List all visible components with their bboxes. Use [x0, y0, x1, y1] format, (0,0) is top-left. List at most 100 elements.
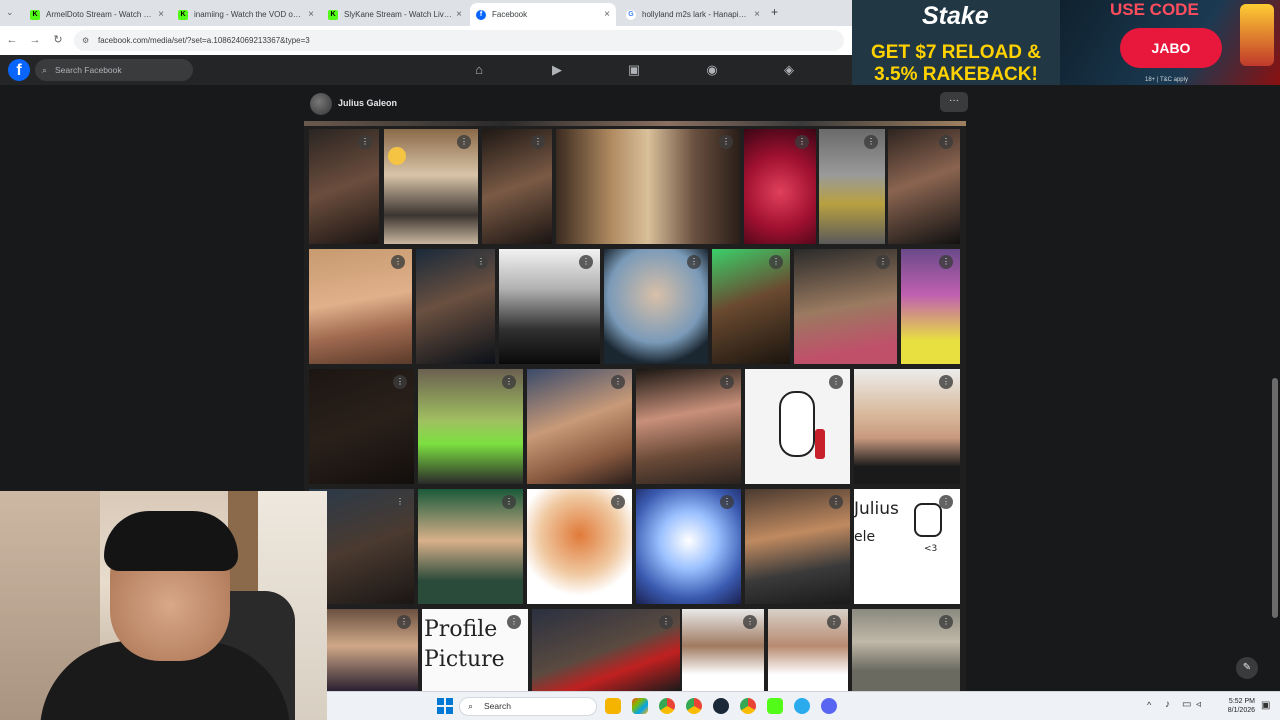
more-options-icon[interactable]: ⋮: [659, 615, 673, 629]
more-options-icon[interactable]: ⋮: [876, 255, 890, 269]
photo-thumbnail[interactable]: ⋮: [682, 609, 764, 691]
scrollbar-thumb[interactable]: [1272, 378, 1278, 618]
more-options-icon[interactable]: ⋮: [358, 135, 372, 149]
taskbar-search-input[interactable]: ⌕ Search: [459, 697, 597, 716]
url-field[interactable]: ⚙ facebook.com/media/set/?set=a.10862406…: [74, 30, 844, 51]
more-options-icon[interactable]: ⋮: [579, 255, 593, 269]
chevron-up-icon[interactable]: ^: [1147, 700, 1151, 710]
avatar[interactable]: [310, 93, 332, 115]
more-options-icon[interactable]: ⋮: [743, 615, 757, 629]
video-icon[interactable]: ▶: [549, 62, 565, 78]
windows-start-icon[interactable]: [437, 698, 453, 714]
more-options-icon[interactable]: ⋮: [502, 495, 516, 509]
photo-thumbnail[interactable]: ⋮: [636, 369, 741, 484]
more-options-icon[interactable]: ⋮: [687, 255, 701, 269]
more-options-icon[interactable]: ⋮: [939, 615, 953, 629]
more-options-icon[interactable]: ⋮: [502, 375, 516, 389]
taskbar-clock[interactable]: 5:52 PM 8/1/2026: [1209, 697, 1255, 715]
volume-icon[interactable]: ◃: [1196, 699, 1201, 710]
photo-thumbnail[interactable]: ⋮: [901, 249, 960, 364]
more-options-icon[interactable]: ⋮: [507, 615, 521, 629]
more-options-icon[interactable]: ⋮: [827, 615, 841, 629]
ad-code-button[interactable]: JABO: [1120, 28, 1222, 68]
home-icon[interactable]: ⌂: [471, 62, 487, 78]
photo-thumbnail[interactable]: ⋮: [556, 129, 740, 244]
more-options-icon[interactable]: ⋮: [457, 135, 471, 149]
network-icon[interactable]: ▭: [1182, 699, 1191, 710]
more-options-icon[interactable]: ⋮: [939, 135, 953, 149]
close-icon[interactable]: ×: [456, 9, 462, 20]
browser-tab[interactable]: K SlyKane Stream - Watch Live on ×: [322, 3, 468, 26]
more-options-icon[interactable]: ⋮: [393, 495, 407, 509]
compose-message-icon[interactable]: ✎: [1236, 657, 1258, 679]
more-options-icon[interactable]: ⋮: [939, 375, 953, 389]
photo-thumbnail[interactable]: ⋮: [852, 609, 960, 691]
photo-thumbnail[interactable]: ⋮: [854, 369, 960, 484]
browser-tab-active[interactable]: f Facebook ×: [470, 3, 616, 26]
photo-thumbnail[interactable]: ⋮: [745, 369, 850, 484]
browser-tab[interactable]: K ArmelDoto Stream - Watch Live ×: [24, 3, 170, 26]
photo-thumbnail[interactable]: ⋮: [309, 369, 414, 484]
forward-arrow-icon[interactable]: →: [27, 32, 43, 48]
photo-thumbnail[interactable]: ⋮: [636, 489, 741, 604]
photo-thumbnail[interactable]: ⋮: [309, 249, 412, 364]
chrome-icon[interactable]: [740, 698, 756, 714]
tab-list-chevron-icon[interactable]: ⌄: [6, 7, 14, 18]
browser-tab[interactable]: G hollyland m2s lark - Hanapin sa ×: [620, 3, 766, 26]
chrome-icon[interactable]: [686, 698, 702, 714]
photo-thumbnail[interactable]: ⋮: [418, 369, 523, 484]
photo-thumbnail[interactable]: ⋮: [819, 129, 885, 244]
more-options-icon[interactable]: ⋮: [397, 615, 411, 629]
photo-thumbnail-drawing[interactable]: ⋮ Julius ele <3: [854, 489, 960, 604]
photos-app-icon[interactable]: [632, 698, 648, 714]
close-icon[interactable]: ×: [754, 9, 760, 20]
more-options-icon[interactable]: ⋮: [939, 255, 953, 269]
more-options-icon[interactable]: ⋮: [611, 375, 625, 389]
album-owner-name[interactable]: Julius Galeon: [338, 98, 397, 108]
new-tab-icon[interactable]: +: [771, 5, 778, 19]
close-icon[interactable]: ×: [604, 9, 610, 20]
photo-thumbnail[interactable]: ⋮: [604, 249, 708, 364]
more-options-icon[interactable]: ⋮: [769, 255, 783, 269]
groups-icon[interactable]: ◉: [704, 62, 720, 78]
more-options-icon[interactable]: ⋮: [611, 495, 625, 509]
more-options-icon[interactable]: ⋮: [864, 135, 878, 149]
more-options-icon[interactable]: ⋮: [829, 375, 843, 389]
close-icon[interactable]: ×: [158, 9, 164, 20]
photo-thumbnail[interactable]: ⋮: [384, 129, 478, 244]
marketplace-icon[interactable]: ▣: [626, 62, 642, 78]
close-icon[interactable]: ×: [308, 9, 314, 20]
reload-icon[interactable]: ↻: [50, 32, 66, 48]
more-options-icon[interactable]: ⋮: [720, 375, 734, 389]
more-options-icon[interactable]: ⋮: [719, 135, 733, 149]
stake-ad-banner[interactable]: Stake GET $7 RELOAD & 3.5% RAKEBACK! USE…: [852, 0, 1280, 85]
discord-icon[interactable]: [821, 698, 837, 714]
kick-app-icon[interactable]: [767, 698, 783, 714]
site-info-icon[interactable]: ⚙: [82, 30, 89, 51]
photo-thumbnail[interactable]: ⋮: [527, 489, 632, 604]
more-options-icon[interactable]: ⋮: [720, 495, 734, 509]
photo-thumbnail[interactable]: ⋮: [482, 129, 552, 244]
more-options-icon[interactable]: ⋮: [474, 255, 488, 269]
photo-thumbnail[interactable]: ⋮: [888, 129, 960, 244]
back-arrow-icon[interactable]: ←: [4, 32, 20, 48]
more-options-icon[interactable]: ⋮: [531, 135, 545, 149]
more-options-icon[interactable]: ⋮: [391, 255, 405, 269]
browser-tab[interactable]: K inamiing - Watch the VOD on K ×: [172, 3, 320, 26]
more-options-icon[interactable]: ⋮: [829, 495, 843, 509]
file-explorer-icon[interactable]: [605, 698, 621, 714]
photo-thumbnail[interactable]: ⋮: [768, 609, 848, 691]
more-options-icon[interactable]: ⋮: [795, 135, 809, 149]
facebook-search-input[interactable]: ⌕ Search Facebook: [35, 59, 193, 81]
chrome-icon[interactable]: [659, 698, 675, 714]
photo-thumbnail[interactable]: ⋮: [527, 369, 632, 484]
photo-thumbnail[interactable]: ⋮: [416, 249, 495, 364]
notification-icon[interactable]: ▣: [1261, 700, 1270, 711]
photo-thumbnail[interactable]: ⋮: [418, 489, 523, 604]
gaming-icon[interactable]: ◈: [781, 62, 797, 78]
steam-icon[interactable]: [713, 698, 729, 714]
telegram-icon[interactable]: [794, 698, 810, 714]
photo-thumbnail[interactable]: ⋮: [712, 249, 790, 364]
photo-thumbnail-text[interactable]: ⋮ Profile Picture: [422, 609, 528, 691]
photo-thumbnail[interactable]: ⋮: [309, 129, 379, 244]
